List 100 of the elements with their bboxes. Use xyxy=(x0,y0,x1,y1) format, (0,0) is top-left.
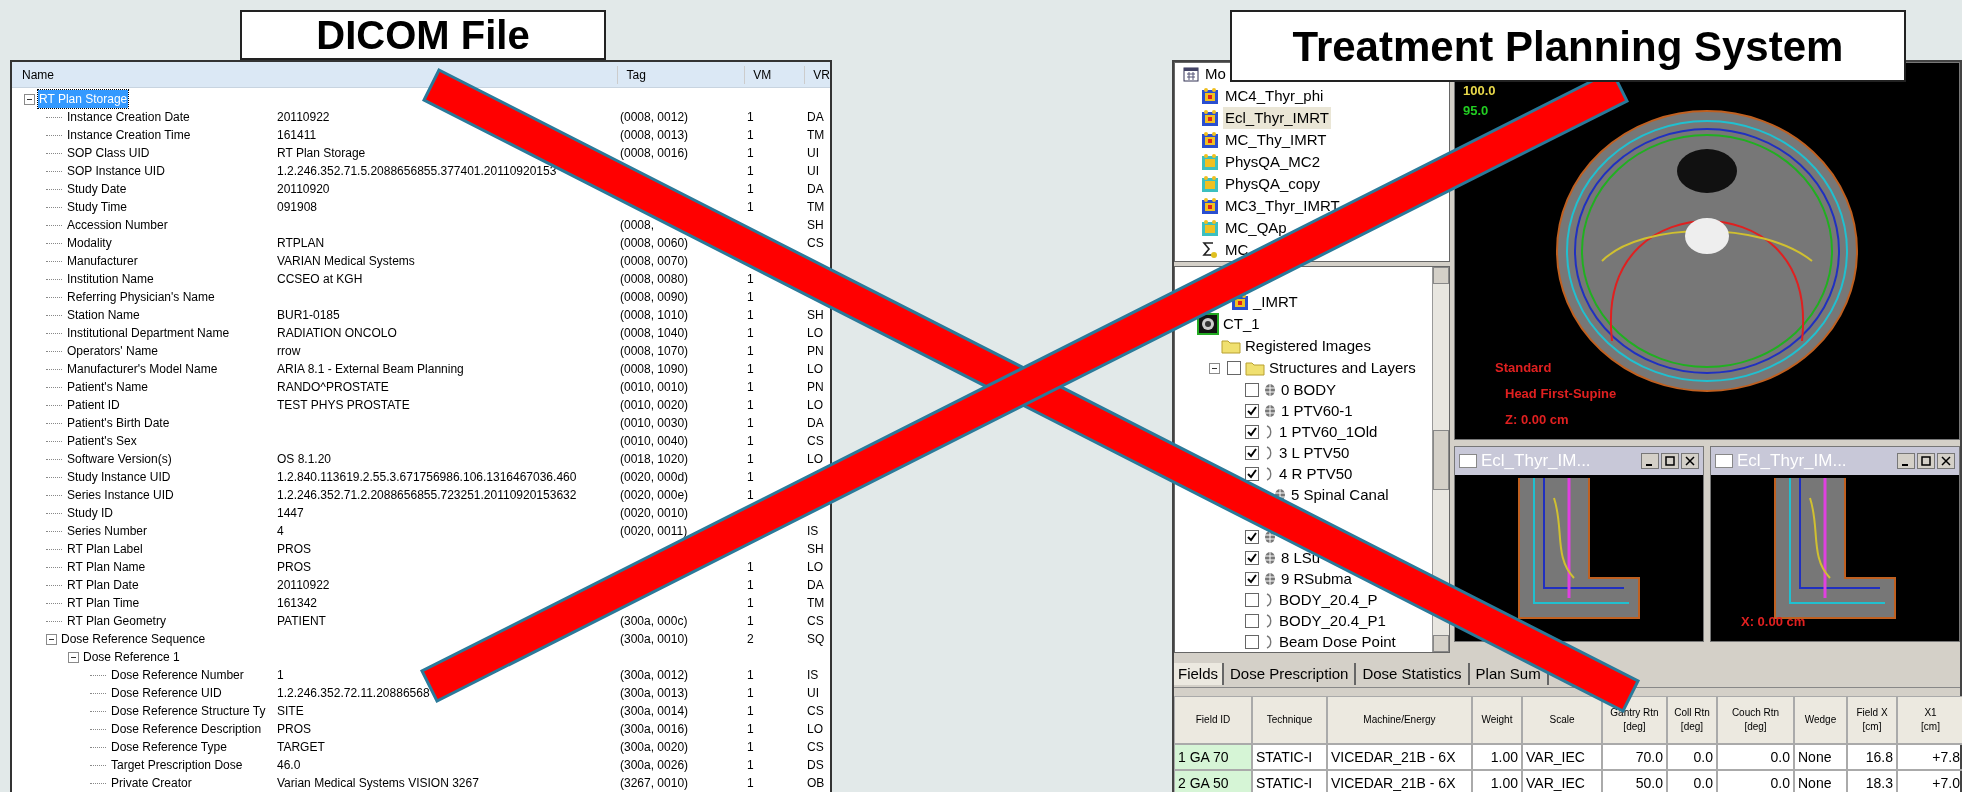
maximize-icon[interactable] xyxy=(1661,453,1679,469)
expander-icon[interactable] xyxy=(24,93,35,105)
maximize-icon[interactable] xyxy=(1917,453,1935,469)
tree-item[interactable]: Manufacturer's Model Name xyxy=(66,360,219,378)
tree-item[interactable]: Private Creator xyxy=(110,774,193,792)
tree-item[interactable]: Dose Reference UID xyxy=(110,684,223,702)
tree-item[interactable]: Study Time xyxy=(66,198,129,216)
column-header[interactable]: Weight xyxy=(1481,713,1513,727)
tree-item[interactable]: Registered Images xyxy=(1245,334,1371,358)
structure-item[interactable]: 5 Spinal Canal xyxy=(1291,486,1389,503)
tree-item[interactable]: Target Prescription Dose xyxy=(110,756,244,774)
plan-item[interactable]: MC xyxy=(1223,238,1251,262)
plan-item[interactable]: PhysQA_MC2 xyxy=(1223,150,1323,174)
checkbox[interactable] xyxy=(1245,445,1259,460)
structure-item[interactable]: 4 R PTV50 xyxy=(1279,465,1353,482)
plan-item[interactable]: PhysQA_copy xyxy=(1223,172,1323,196)
tree-item[interactable]: RT Plan Geometry xyxy=(66,612,167,630)
tab[interactable]: Dose Statistics xyxy=(1356,662,1470,685)
tree-item[interactable]: Dose Reference Number xyxy=(110,666,245,684)
plan-item[interactable]: Mo xyxy=(1203,62,1228,86)
tree-item[interactable]: Patient's Birth Date xyxy=(66,414,171,432)
structure-item[interactable]: 9 RSubma xyxy=(1281,570,1352,587)
tree-item[interactable]: Patient ID xyxy=(66,396,121,414)
tree-item[interactable]: Instance Creation Date xyxy=(66,108,191,126)
checkbox[interactable] xyxy=(1245,466,1259,481)
checkbox[interactable] xyxy=(1245,634,1259,649)
tree-item[interactable]: Dose Reference Sequence xyxy=(60,630,207,648)
tree-item[interactable]: SOP Instance UID xyxy=(66,162,166,180)
structure-item[interactable]: 8 LSu xyxy=(1281,549,1321,566)
tree-item[interactable]: Software Version(s) xyxy=(66,450,173,468)
column-header[interactable]: X1 [cm] xyxy=(1921,706,1940,734)
tree-item[interactable]: Modality xyxy=(66,234,113,252)
checkbox[interactable] xyxy=(1245,592,1259,607)
column-header[interactable]: VM xyxy=(744,65,805,84)
tree-item[interactable]: Patient's Name xyxy=(66,378,149,396)
close-icon[interactable] xyxy=(1681,453,1699,469)
tree-item[interactable]: Patient's Sex xyxy=(66,432,138,450)
tree-item[interactable]: CT_1 xyxy=(1223,312,1260,336)
column-header[interactable]: Tag xyxy=(617,65,745,84)
structure-item[interactable]: 3 L PTV50 xyxy=(1279,444,1350,461)
tree-item[interactable]: SOP Class UID xyxy=(66,144,151,162)
checkbox[interactable] xyxy=(1245,382,1259,397)
tree-item[interactable]: RT Plan Date xyxy=(66,576,140,594)
minimize-icon[interactable] xyxy=(1641,453,1659,469)
plan-item[interactable]: MC4_Thyr_phi xyxy=(1223,84,1326,108)
checkbox[interactable] xyxy=(1245,613,1259,628)
plan-item[interactable]: Ecl_Thyr_IMRT xyxy=(1223,106,1331,130)
tag-cell: (300a, 0014) xyxy=(620,704,689,718)
column-header[interactable]: Machine/Energy xyxy=(1363,713,1436,727)
tree-item[interactable]: Dose Reference Type xyxy=(110,738,228,756)
minimize-icon[interactable] xyxy=(1897,453,1915,469)
tab[interactable]: Dose Prescription xyxy=(1224,662,1357,685)
tree-item[interactable]: Dose Reference Description xyxy=(110,720,263,738)
close-icon[interactable] xyxy=(1937,453,1955,469)
tree-item[interactable]: Study Date xyxy=(66,180,128,198)
expander-icon[interactable] xyxy=(1209,362,1220,374)
column-header[interactable]: Wedge xyxy=(1804,713,1837,727)
structure-item[interactable]: BODY_20.4_P xyxy=(1279,591,1378,608)
tree-item[interactable]: Institution Name xyxy=(66,270,155,288)
checkbox[interactable] xyxy=(1227,361,1241,375)
column-header[interactable]: Scale xyxy=(1549,713,1575,727)
tree-item[interactable]: RT Plan Name xyxy=(66,558,147,576)
tree-item[interactable]: Accession Number xyxy=(66,216,169,234)
plan-item[interactable]: MC_QAp xyxy=(1223,216,1289,240)
expander-icon[interactable] xyxy=(46,633,57,645)
tree-item[interactable]: Dose Reference 1 xyxy=(82,648,181,666)
tree-item[interactable]: Instance Creation Time xyxy=(66,126,192,144)
column-header[interactable]: VR xyxy=(804,65,830,84)
checkbox[interactable] xyxy=(1245,424,1259,439)
structure-item[interactable]: Beam Dose Point xyxy=(1279,633,1396,650)
tree-item[interactable]: Structures and Layers xyxy=(1269,356,1416,380)
column-header[interactable]: Field ID xyxy=(1195,713,1231,727)
tree-item[interactable]: Study Instance UID xyxy=(66,468,172,486)
structure-item[interactable]: 1 PTV60_1Old xyxy=(1279,423,1378,440)
tree-item[interactable]: Institutional Department Name xyxy=(66,324,231,342)
checkbox[interactable] xyxy=(1245,550,1259,565)
checkbox[interactable] xyxy=(1245,571,1259,586)
structure-item[interactable]: 1 PTV60-1 xyxy=(1281,402,1353,419)
checkbox[interactable] xyxy=(1245,529,1259,544)
tree-item[interactable]: _IMRT xyxy=(1253,290,1298,314)
vr-cell: LO xyxy=(807,452,823,466)
tree-item[interactable]: RT Plan Label xyxy=(66,540,144,558)
structure-item[interactable]: 0 BODY xyxy=(1281,381,1337,398)
expander-icon[interactable] xyxy=(68,651,79,663)
plan-item[interactable]: MC_Thy_IMRT xyxy=(1223,128,1329,152)
tree-item[interactable]: RT Plan Time xyxy=(66,594,141,612)
plan-item[interactable]: MC3_Thyr_IMRT xyxy=(1223,194,1342,218)
tree-item[interactable]: Manufacturer xyxy=(66,252,139,270)
tree-item[interactable]: Operators' Name xyxy=(66,342,159,360)
structure-item[interactable]: BODY_20.4_P1 xyxy=(1279,612,1386,629)
tab[interactable]: Fields xyxy=(1174,662,1224,685)
tree-item[interactable]: Study ID xyxy=(66,504,115,522)
column-header[interactable]: Name xyxy=(12,65,618,84)
column-header[interactable]: Technique xyxy=(1266,713,1313,727)
tree-item[interactable]: Station Name xyxy=(66,306,141,324)
tree-item[interactable]: Referring Physician's Name xyxy=(66,288,216,306)
tree-item[interactable]: Series Number xyxy=(66,522,149,540)
checkbox[interactable] xyxy=(1245,403,1259,418)
tree-item[interactable]: Dose Reference Structure Ty xyxy=(110,702,267,720)
tree-item[interactable]: Series Instance UID xyxy=(66,486,175,504)
